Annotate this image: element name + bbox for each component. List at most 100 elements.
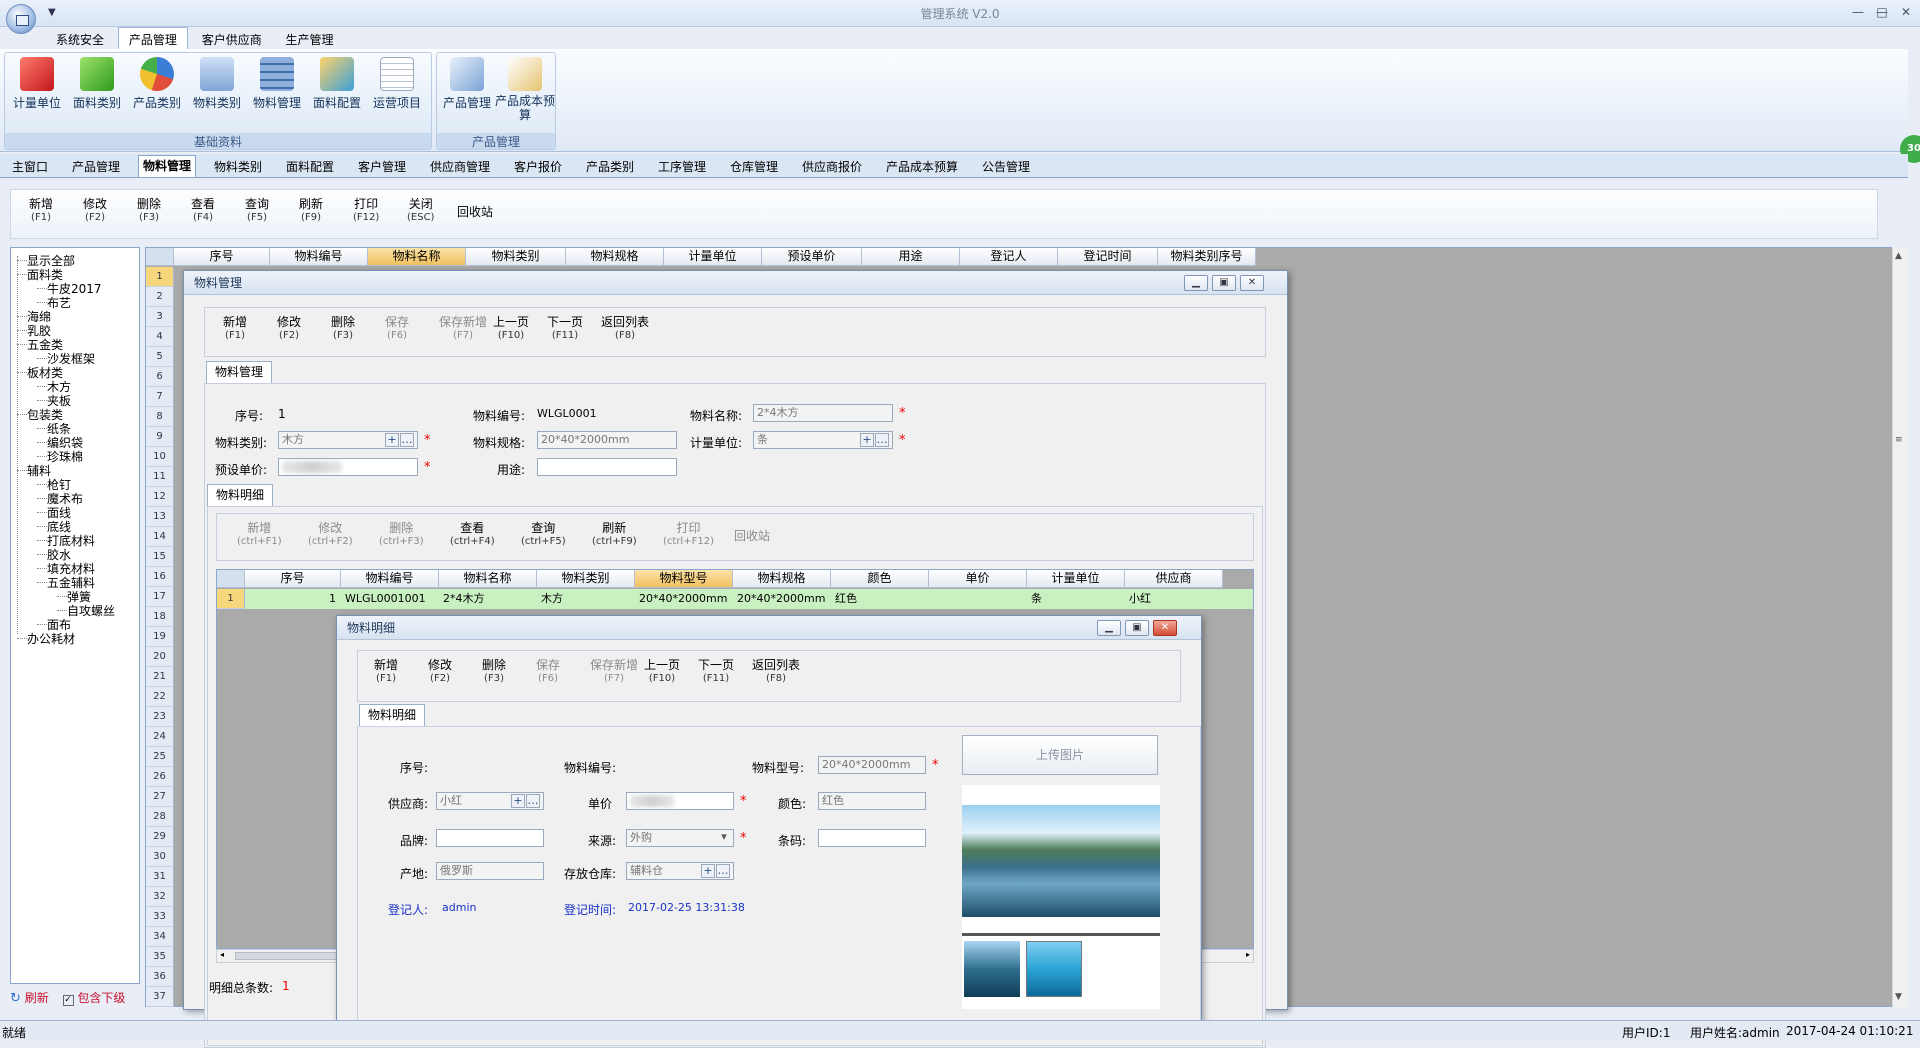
row-number[interactable]: 6 <box>146 367 174 387</box>
thumbnail-image[interactable] <box>964 941 1020 997</box>
detail-column-header[interactable]: 物料型号 <box>635 570 733 588</box>
doc-tab[interactable]: 主窗口 <box>8 157 52 176</box>
operation-item-button[interactable]: 运营项目 <box>367 55 427 131</box>
maximize-app-button[interactable]: □ <box>1872 5 1892 21</box>
grid-column-header[interactable]: 物料规格 <box>566 248 664 266</box>
doc-tab[interactable]: 供应商管理 <box>426 157 494 176</box>
doc-tab[interactable]: 客户报价 <box>510 157 566 176</box>
ribbon-tab-product[interactable]: 产品管理 <box>117 27 188 51</box>
toolbar-button[interactable]: 修改 (F2) <box>428 659 452 685</box>
supplier-input[interactable]: 小红 +… <box>436 792 544 810</box>
row-number[interactable]: 17 <box>146 587 174 607</box>
row-number[interactable]: 34 <box>146 927 174 947</box>
tree-refresh-link[interactable]: 刷新 <box>25 991 49 1005</box>
row-number[interactable]: 24 <box>146 727 174 747</box>
ellipsis-icon[interactable]: … <box>526 794 540 808</box>
toolbar-button[interactable]: 打印 (ctrl+F12) <box>663 522 714 548</box>
color-input[interactable]: 红色 <box>818 792 926 810</box>
detail-column-header[interactable]: 物料编号 <box>341 570 439 588</box>
row-number[interactable]: 35 <box>146 947 174 967</box>
toolbar-button[interactable]: 保存 (F6) <box>536 659 560 685</box>
toolbar-button[interactable]: 删除 (F3) <box>331 316 355 342</box>
price-input[interactable] <box>278 458 418 476</box>
grid-column-header[interactable]: 登记时间 <box>1058 248 1158 266</box>
ribbon-tab-customer-supplier[interactable]: 客户供应商 <box>192 28 272 51</box>
toolbar-button[interactable]: 上一页 (F10) <box>644 659 680 685</box>
brand-input[interactable] <box>436 829 544 847</box>
name-input[interactable]: 2*4木方 <box>753 404 893 422</box>
grid-column-header[interactable]: 物料类别序号 <box>1158 248 1256 266</box>
unit-input[interactable]: 条 +… <box>753 431 893 449</box>
row-number[interactable]: 12 <box>146 487 174 507</box>
toolbar-button[interactable]: 刷新 (ctrl+F9) <box>592 522 637 548</box>
toolbar-button[interactable]: 查询 (ctrl+F5) <box>521 522 566 548</box>
row-number[interactable]: 1 <box>217 589 245 609</box>
spec-input[interactable]: 20*40*2000mm <box>537 431 677 449</box>
doc-tab-active[interactable]: 物料管理 <box>138 155 197 177</box>
origin-input[interactable]: 俄罗斯 <box>436 862 544 880</box>
row-number[interactable]: 9 <box>146 427 174 447</box>
grid-corner[interactable] <box>146 248 174 266</box>
row-number[interactable]: 18 <box>146 607 174 627</box>
row-number[interactable]: 29 <box>146 827 174 847</box>
add-icon[interactable]: + <box>385 433 399 447</box>
tab-material-manage[interactable]: 物料管理 <box>206 361 273 383</box>
product-cost-button[interactable]: 产品成本预算 <box>495 55 555 131</box>
unit-button[interactable]: 计量单位 <box>7 55 67 131</box>
row-number[interactable]: 33 <box>146 907 174 927</box>
toolbar-button[interactable]: 新增 (ctrl+F1) <box>237 522 282 548</box>
add-icon[interactable]: + <box>860 433 874 447</box>
thumbnail-image[interactable] <box>1026 941 1082 997</box>
fabric-config-button[interactable]: 面料配置 <box>307 55 367 131</box>
row-number[interactable]: 1 <box>146 267 174 287</box>
grid-column-header[interactable]: 登记人 <box>960 248 1058 266</box>
ribbon-tab-security[interactable]: 系统安全 <box>46 28 114 51</box>
row-number[interactable]: 16 <box>146 567 174 587</box>
tree-node[interactable]: 珍珠棉 <box>47 448 83 465</box>
grid-column-header[interactable]: 物料名称 <box>368 248 466 266</box>
row-number[interactable]: 26 <box>146 767 174 787</box>
toolbar-button[interactable]: 保存新增 (F7) <box>439 316 487 342</box>
grid-column-header[interactable]: 物料编号 <box>270 248 368 266</box>
row-number[interactable]: 2 <box>146 287 174 307</box>
toolbar-button[interactable]: 保存 (F6) <box>385 316 409 342</box>
toolbar-button[interactable]: 新增 (F1) <box>223 316 247 342</box>
doc-tab[interactable]: 面料配置 <box>282 157 338 176</box>
toolbar-button[interactable]: 修改 (ctrl+F2) <box>308 522 353 548</box>
row-number[interactable]: 20 <box>146 647 174 667</box>
row-number[interactable]: 23 <box>146 707 174 727</box>
toolbar-button[interactable]: 下一页 (F11) <box>698 659 734 685</box>
edit-button[interactable]: 修改 (F2) <box>83 198 107 224</box>
row-number[interactable]: 21 <box>146 667 174 687</box>
doc-tab[interactable]: 产品类别 <box>582 157 638 176</box>
detail-column-header[interactable]: 计量单位 <box>1027 570 1125 588</box>
print-button[interactable]: 打印 (F12) <box>353 198 379 224</box>
row-number[interactable]: 37 <box>146 987 174 1007</box>
grid-column-header[interactable]: 预设单价 <box>762 248 862 266</box>
product-category-button[interactable]: 产品类别 <box>127 55 187 131</box>
material-category-button[interactable]: 物料类别 <box>187 55 247 131</box>
toolbar-button[interactable]: 返回列表 (F8) <box>752 659 800 685</box>
window-close-button[interactable]: ✕ <box>1153 620 1177 636</box>
window-minimize-button[interactable]: ▁ <box>1184 275 1208 291</box>
doc-tab[interactable]: 工序管理 <box>654 157 710 176</box>
refresh-button[interactable]: 刷新 (F9) <box>299 198 323 224</box>
fabric-category-button[interactable]: 面料类别 <box>67 55 127 131</box>
toolbar-button[interactable]: 删除 (ctrl+F3) <box>379 522 424 548</box>
product-manage-button[interactable]: 产品管理 <box>437 55 497 131</box>
detail-column-header[interactable]: 颜色 <box>831 570 929 588</box>
toolbar-button[interactable]: 下一页 (F11) <box>547 316 583 342</box>
barcode-input[interactable] <box>818 829 926 847</box>
row-number[interactable]: 3 <box>146 307 174 327</box>
grid-column-header[interactable]: 序号 <box>174 248 270 266</box>
toolbar-button[interactable]: 回收站 <box>734 530 770 543</box>
row-number[interactable]: 36 <box>146 967 174 987</box>
use-input[interactable] <box>537 458 677 476</box>
toolbar-button[interactable]: 修改 (F2) <box>277 316 301 342</box>
window-maximize-button[interactable]: ▣ <box>1125 620 1149 636</box>
row-number[interactable]: 11 <box>146 467 174 487</box>
row-number[interactable]: 25 <box>146 747 174 767</box>
row-number[interactable]: 30 <box>146 847 174 867</box>
row-number[interactable]: 5 <box>146 347 174 367</box>
grid-column-header[interactable]: 用途 <box>862 248 960 266</box>
